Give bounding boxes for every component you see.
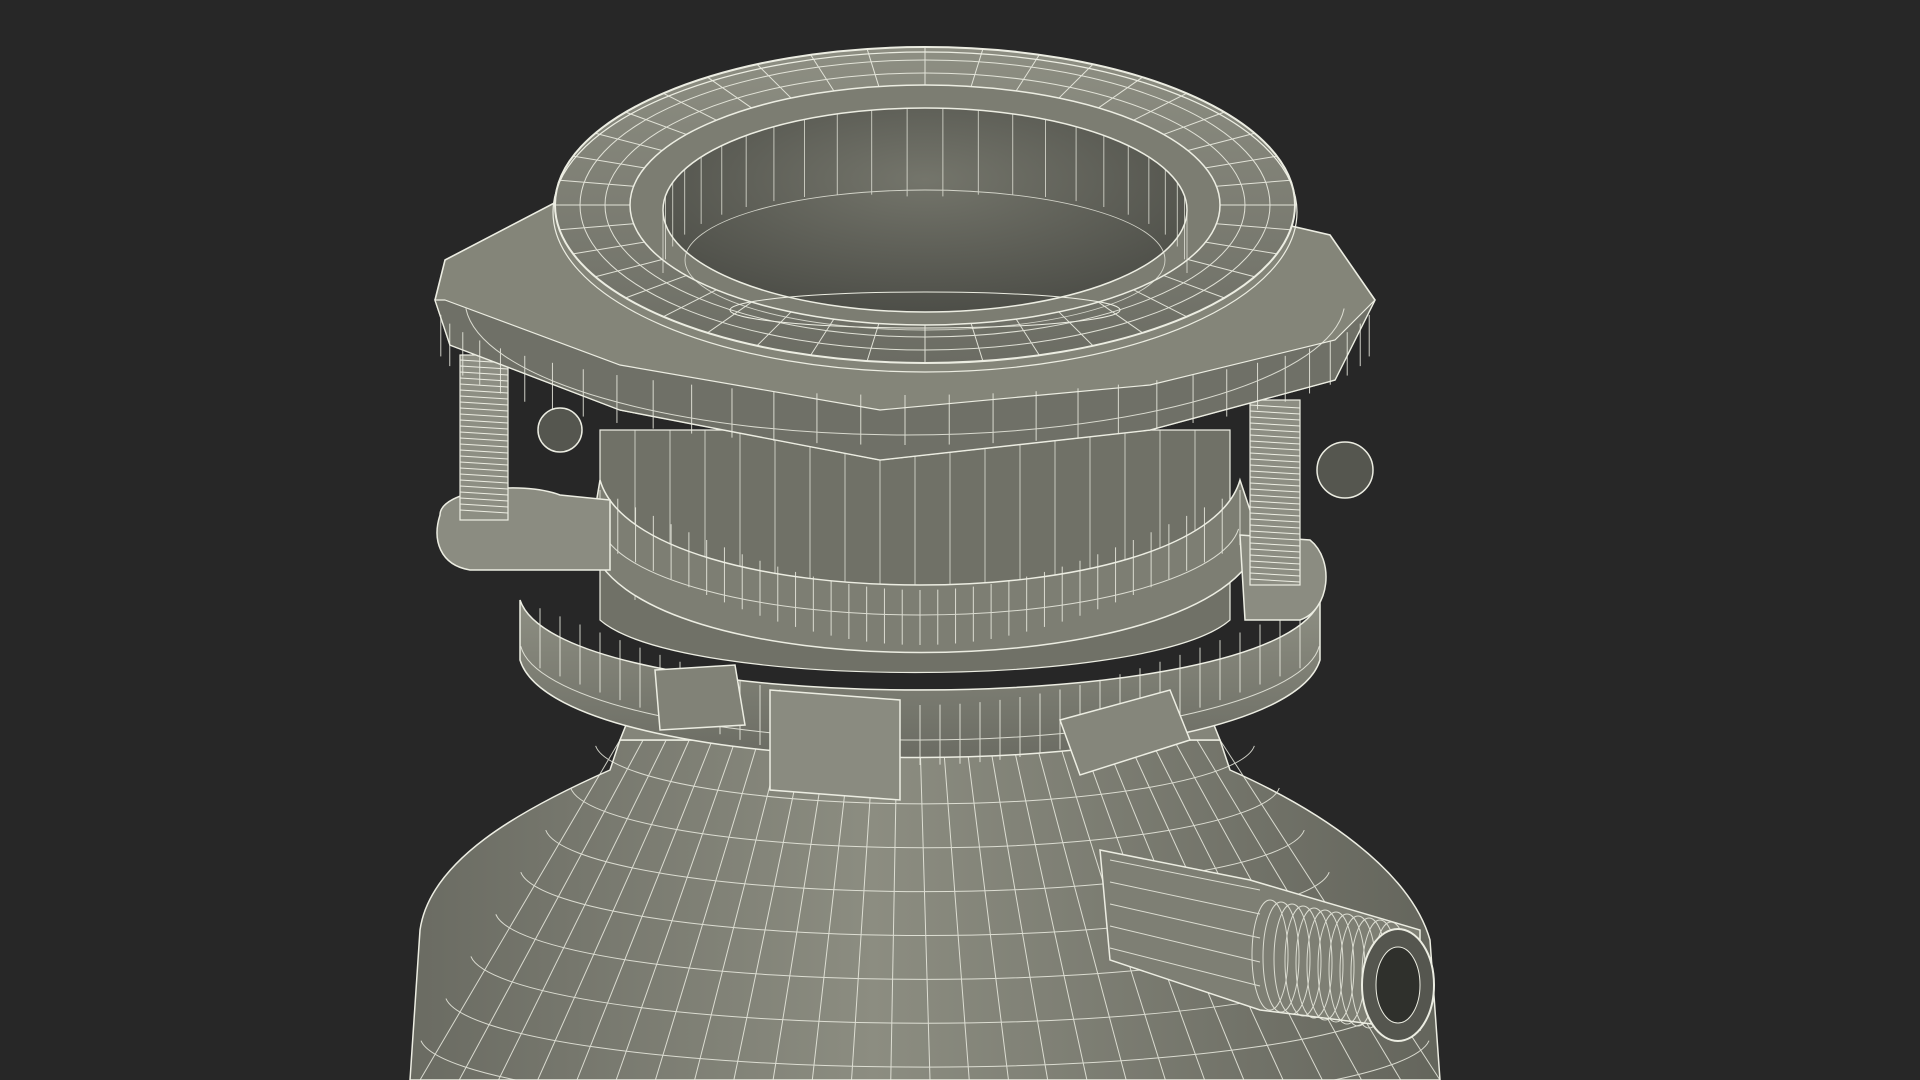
snap-ring-hook-right xyxy=(1316,441,1374,499)
render-viewport xyxy=(0,0,1920,1080)
snap-ring-hook-left xyxy=(537,407,583,453)
mounting-screw-right xyxy=(1249,399,1301,586)
wireframe-render xyxy=(0,0,1920,1080)
flange-opening xyxy=(662,107,1188,313)
mounting-tab-left xyxy=(654,664,746,731)
mounting-lug-front xyxy=(769,689,901,801)
